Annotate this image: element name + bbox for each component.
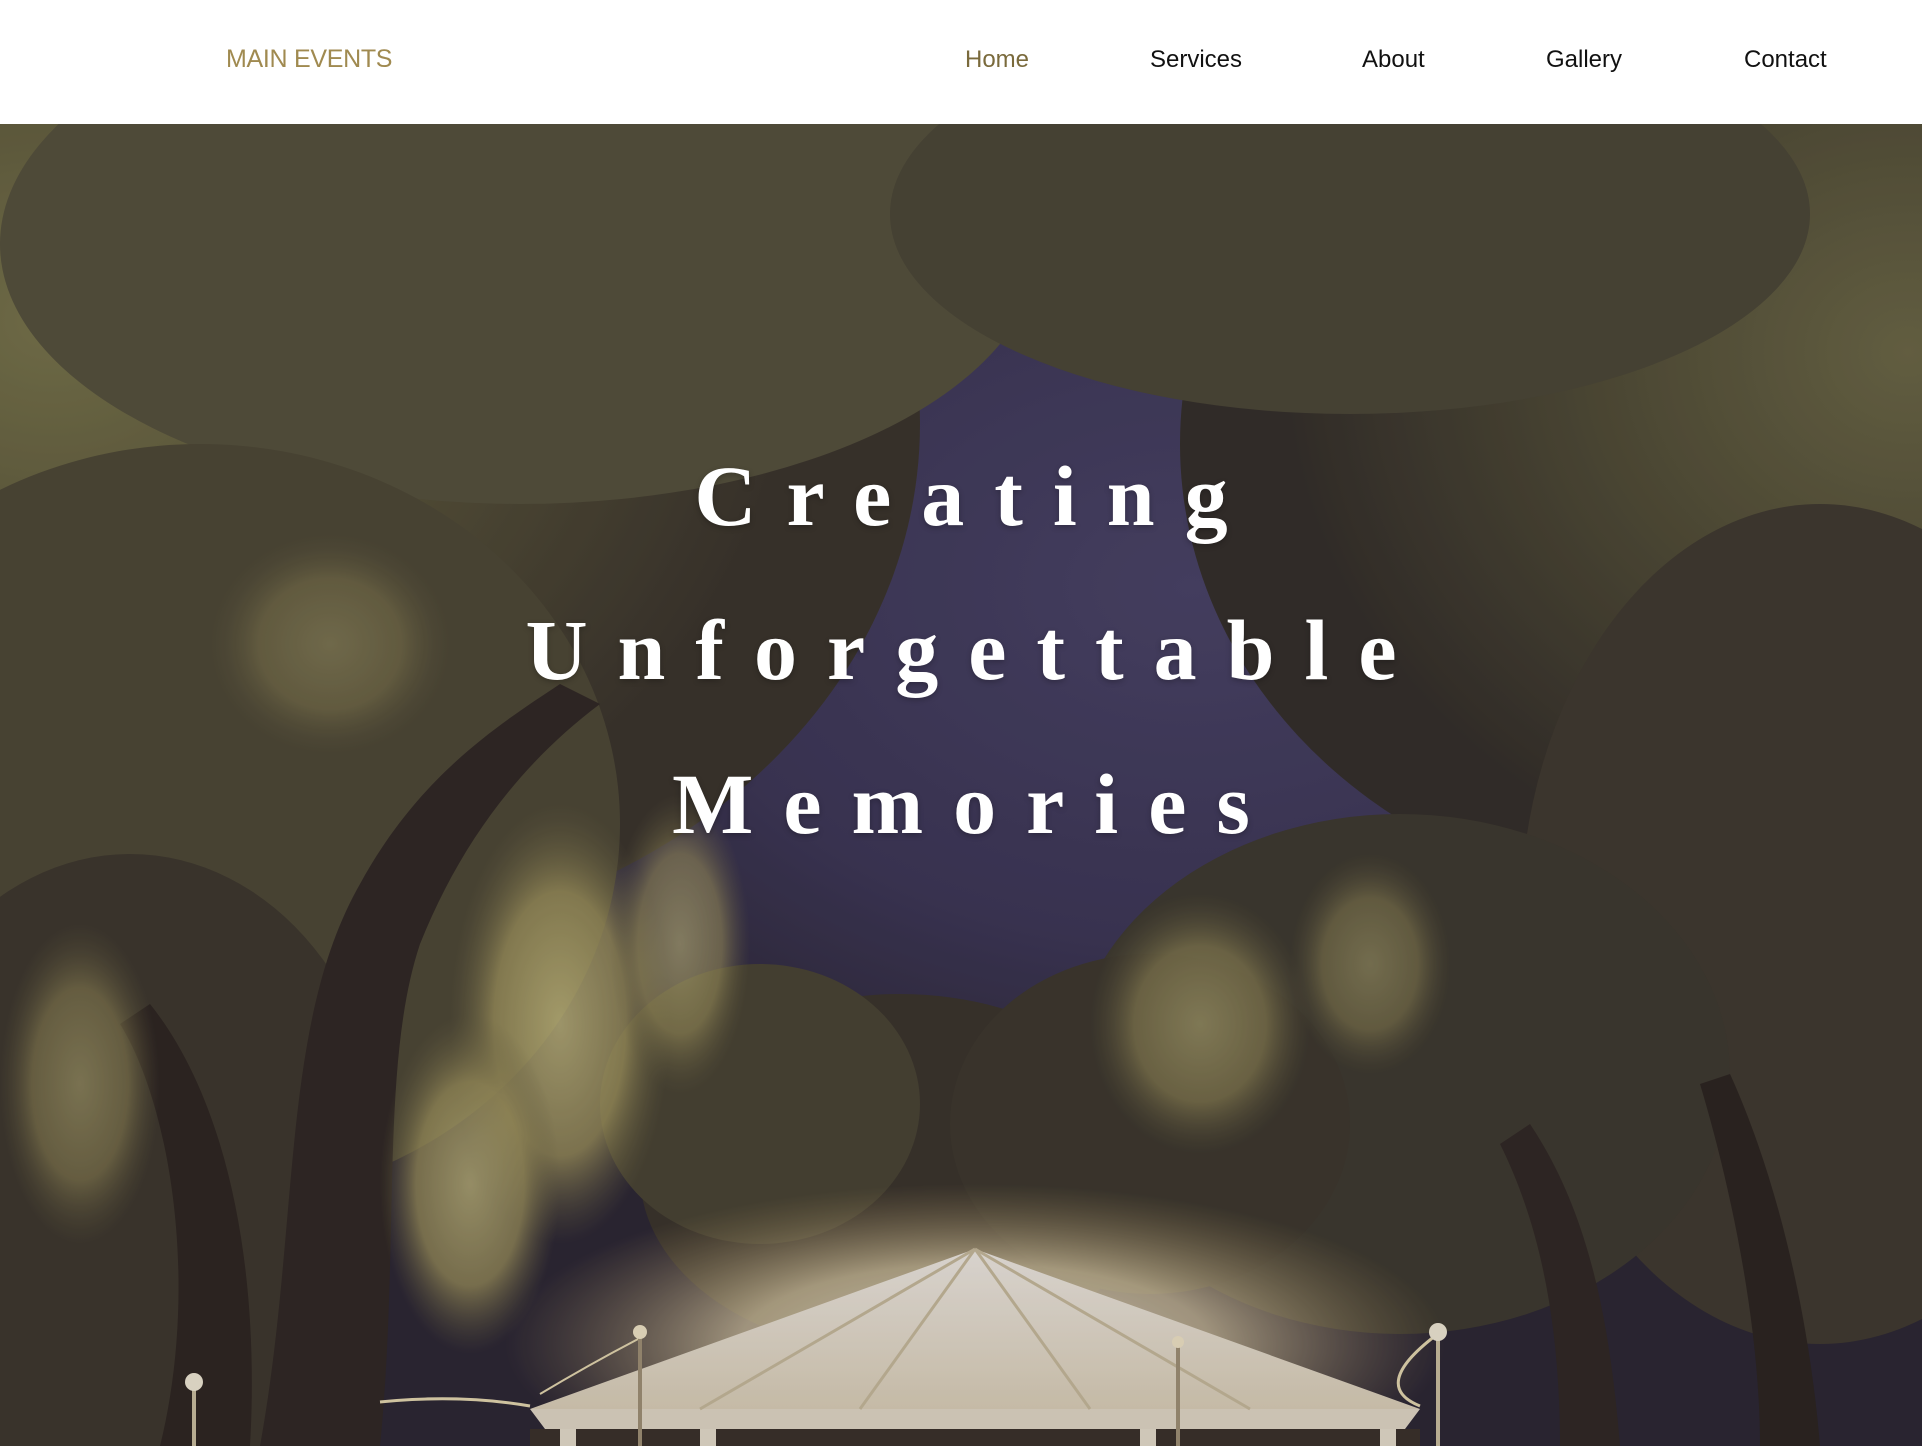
- nav-services[interactable]: Services: [1150, 46, 1242, 74]
- nav-contact[interactable]: Contact: [1744, 46, 1827, 74]
- nav-about[interactable]: About: [1362, 46, 1425, 74]
- page: MAIN EVENTS Home Services About Gallery …: [0, 0, 1922, 1446]
- hero-headline-line-3: Memories: [672, 756, 1280, 852]
- hero-headline-line-2: Unforgettable: [525, 602, 1427, 698]
- hero-headline-line-1: Creating: [694, 448, 1258, 544]
- nav-gallery[interactable]: Gallery: [1546, 46, 1622, 74]
- site-header: MAIN EVENTS Home Services About Gallery …: [0, 0, 1922, 124]
- main-nav: Home Services About Gallery Contact: [0, 46, 1922, 86]
- nav-home[interactable]: Home: [965, 46, 1029, 74]
- hero-section: Creating Unforgettable Memories: [0, 124, 1922, 1446]
